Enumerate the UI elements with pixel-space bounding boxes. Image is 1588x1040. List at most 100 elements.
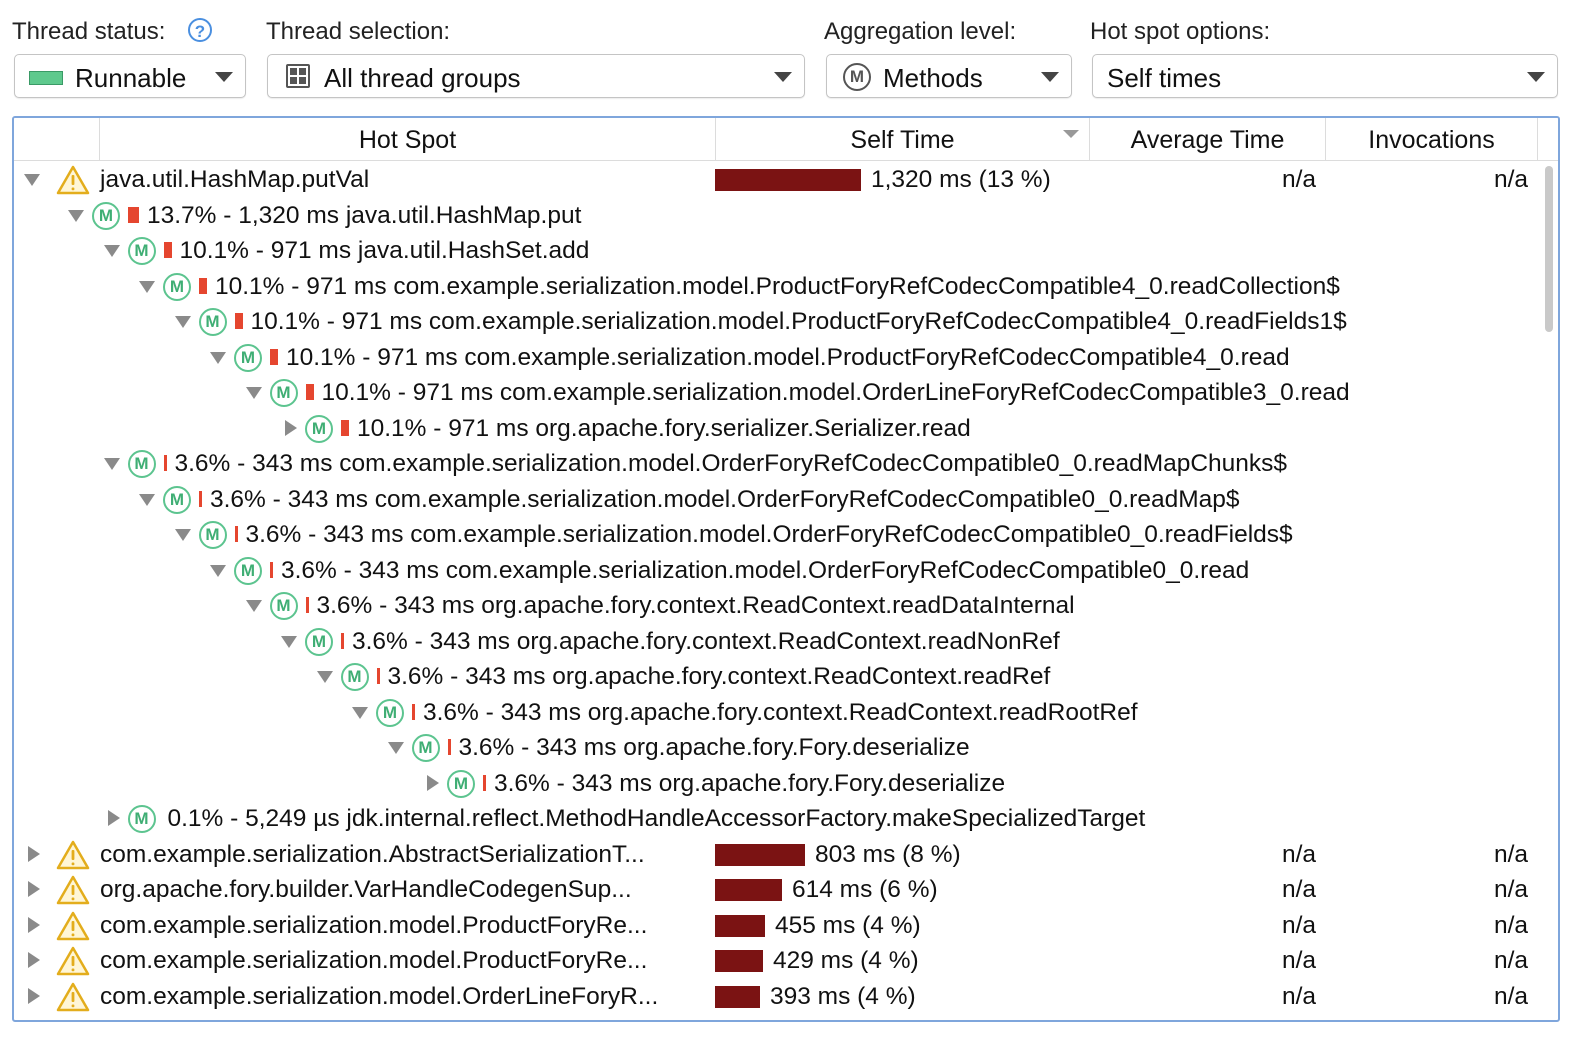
call-tree-row[interactable]: M 3.6% - 343 ms org.apache.fory.context.R… — [14, 660, 1544, 695]
collapse-toggle-icon[interactable] — [103, 245, 120, 257]
call-tree-row[interactable]: M 10.1% - 971 ms com.example.serializatio… — [14, 270, 1544, 305]
thread-status-dropdown[interactable]: Runnable — [14, 54, 246, 98]
percentage-mark — [270, 561, 273, 578]
call-tree-row[interactable]: M 3.6% - 343 ms org.apache.fory.Fory.dese… — [14, 767, 1544, 802]
call-tree-node-text: 13.7% - 1,320 ms java.util.HashMap.put — [147, 201, 582, 229]
call-tree-node-text: 10.1% - 971 ms com.example.serialization… — [215, 272, 1340, 300]
collapse-toggle-icon[interactable] — [352, 706, 368, 719]
expand-toggle-icon[interactable] — [28, 845, 40, 862]
column-header-invocations[interactable]: Invocations — [1326, 118, 1538, 160]
expand-toggle-icon[interactable] — [28, 881, 40, 897]
call-tree-row[interactable]: M 3.6% - 343 ms org.apache.fory.context.R… — [14, 696, 1544, 731]
percentage-mark — [234, 526, 238, 542]
invocations-value: n/a — [1494, 876, 1529, 903]
call-tree-row[interactable]: M 10.1% - 971 ms org.apache.fory.serializ… — [14, 412, 1544, 447]
expand-toggle-icon[interactable] — [28, 952, 40, 968]
aggregation-level-dropdown[interactable]: M Methods — [826, 54, 1072, 98]
method-icon: M — [198, 521, 227, 549]
collapse-toggle-icon[interactable] — [387, 742, 404, 754]
thread-groups-icon — [286, 64, 310, 88]
call-tree-row[interactable]: M 3.6% - 343 ms org.apache.fory.Fory.dese… — [14, 731, 1544, 766]
method-icon: M — [305, 627, 333, 656]
collapse-toggle-icon[interactable] — [103, 458, 120, 470]
expand-toggle-icon[interactable] — [107, 810, 120, 826]
collapse-toggle-icon[interactable] — [210, 564, 226, 577]
call-tree-row[interactable]: M 3.6% - 343 ms com.example.serialization… — [14, 554, 1544, 589]
call-tree-row[interactable]: M 3.6% - 343 ms com.example.serialization… — [14, 483, 1544, 518]
call-tree-node-text: 3.6% - 343 ms com.example.serialization.… — [245, 521, 1293, 548]
hotspot-row[interactable]: org.apache.fory.builder.VarHandleCodegen… — [14, 873, 1544, 908]
call-tree-row[interactable]: M 10.1% - 971 ms java.util.HashSet.add — [14, 234, 1544, 269]
hotspot-name: org.apache.fory.builder.VarHandleCodegen… — [100, 876, 632, 903]
call-tree-row[interactable]: M 13.7% - 1,320 ms java.util.HashMap.put — [14, 199, 1544, 234]
method-icon: M — [411, 734, 440, 762]
thread-selection-dropdown[interactable]: All thread groups — [267, 54, 805, 98]
method-icon: M — [843, 63, 871, 91]
thread-status-label: Thread status: — [12, 18, 166, 45]
call-tree-row[interactable]: M 3.6% - 343 ms org.apache.fory.context.R… — [14, 625, 1544, 660]
method-icon: M — [269, 592, 298, 620]
average-time-value: n/a — [1282, 840, 1317, 868]
collapse-toggle-icon[interactable] — [139, 493, 155, 506]
method-icon: M — [163, 485, 191, 514]
hotspot-row[interactable]: com.example.serialization.model.OrderLin… — [14, 980, 1544, 1015]
header-spacer — [14, 118, 100, 160]
collapse-toggle-icon[interactable] — [210, 351, 226, 364]
call-tree-node-text: 10.1% - 971 ms org.apache.fory.serialize… — [357, 414, 971, 442]
call-tree-node-text: 10.1% - 971 ms com.example.serialization… — [321, 379, 1350, 406]
self-time-value: 429 ms (4 %) — [773, 947, 919, 974]
thread-status-value: Runnable — [75, 63, 187, 93]
call-tree-row[interactable]: M 3.6% - 343 ms com.example.serialization… — [14, 518, 1544, 553]
percentage-mark — [234, 313, 243, 329]
hotspot-row[interactable]: java.util.HashMap.putVal 1,320 ms (13 %) n… — [14, 163, 1544, 198]
hotspot-name: com.example.serialization.model.ProductF… — [100, 911, 648, 939]
method-icon: M — [340, 663, 369, 691]
average-time-value: n/a — [1282, 911, 1317, 939]
vertical-scrollbar[interactable] — [1542, 162, 1556, 1020]
call-tree-node-text: 3.6% - 343 ms org.apache.fory.Fory.deser… — [494, 769, 1006, 797]
hot-spot-options-dropdown[interactable]: Self times — [1092, 54, 1558, 98]
hotspot-row[interactable]: com.example.serialization.model.ProductF… — [14, 944, 1544, 979]
expand-toggle-icon[interactable] — [28, 916, 40, 933]
method-icon: M — [163, 272, 191, 301]
call-tree-node-text: 3.6% - 343 ms org.apache.fory.Fory.deser… — [458, 734, 970, 761]
expand-toggle-icon[interactable] — [285, 419, 297, 436]
method-icon: M — [127, 450, 156, 478]
aggregation-level-value: Methods — [883, 63, 983, 93]
self-time-bar — [715, 843, 805, 866]
collapse-toggle-icon[interactable] — [139, 280, 155, 293]
method-icon: M — [234, 343, 262, 372]
hotspot-row[interactable]: com.example.serialization.model.ProductF… — [14, 909, 1544, 944]
expand-toggle-icon[interactable] — [28, 987, 40, 1004]
call-tree-row[interactable]: M 10.1% - 971 ms com.example.serializatio… — [14, 305, 1544, 340]
percentage-mark — [128, 206, 139, 223]
sort-descending-icon — [1063, 130, 1079, 138]
percentage-mark — [412, 703, 415, 720]
method-icon: M — [376, 698, 404, 727]
scrollbar-thumb[interactable] — [1545, 166, 1553, 332]
collapse-toggle-icon[interactable] — [24, 174, 40, 186]
call-tree-row[interactable]: M 3.6% - 343 ms com.example.serialization… — [14, 447, 1544, 482]
hotspot-row[interactable]: com.example.serialization.AbstractSerial… — [14, 838, 1544, 873]
expand-toggle-icon[interactable] — [427, 774, 439, 791]
self-time-value: 455 ms (4 %) — [775, 911, 921, 939]
call-tree-node-text: 3.6% - 343 ms com.example.serialization.… — [174, 450, 1288, 477]
call-tree-row[interactable]: M 10.1% - 971 ms com.example.serializatio… — [14, 376, 1544, 411]
chevron-down-icon — [1041, 72, 1059, 82]
collapse-toggle-icon[interactable] — [281, 635, 297, 648]
collapse-toggle-icon[interactable] — [245, 387, 262, 399]
column-header-hot-spot[interactable]: Hot Spot — [100, 118, 716, 160]
invocations-value: n/a — [1494, 911, 1529, 939]
collapse-toggle-icon[interactable] — [245, 600, 262, 612]
column-header-average-time[interactable]: Average Time — [1090, 118, 1326, 160]
collapse-toggle-icon[interactable] — [174, 529, 191, 541]
help-icon[interactable]: ? — [188, 18, 212, 42]
collapse-toggle-icon[interactable] — [316, 671, 333, 683]
column-header-self-time[interactable]: Self Time — [716, 118, 1090, 160]
call-tree-row[interactable]: M 10.1% - 971 ms com.example.serializatio… — [14, 341, 1544, 376]
call-tree-row[interactable]: M 3.6% - 343 ms org.apache.fory.context.R… — [14, 589, 1544, 624]
collapse-toggle-icon[interactable] — [174, 316, 191, 328]
method-icon: M — [198, 308, 227, 336]
call-tree-row[interactable]: M 0.1% - 5,249 µs jdk.internal.reflect.Me… — [14, 802, 1544, 837]
collapse-toggle-icon[interactable] — [68, 209, 84, 222]
